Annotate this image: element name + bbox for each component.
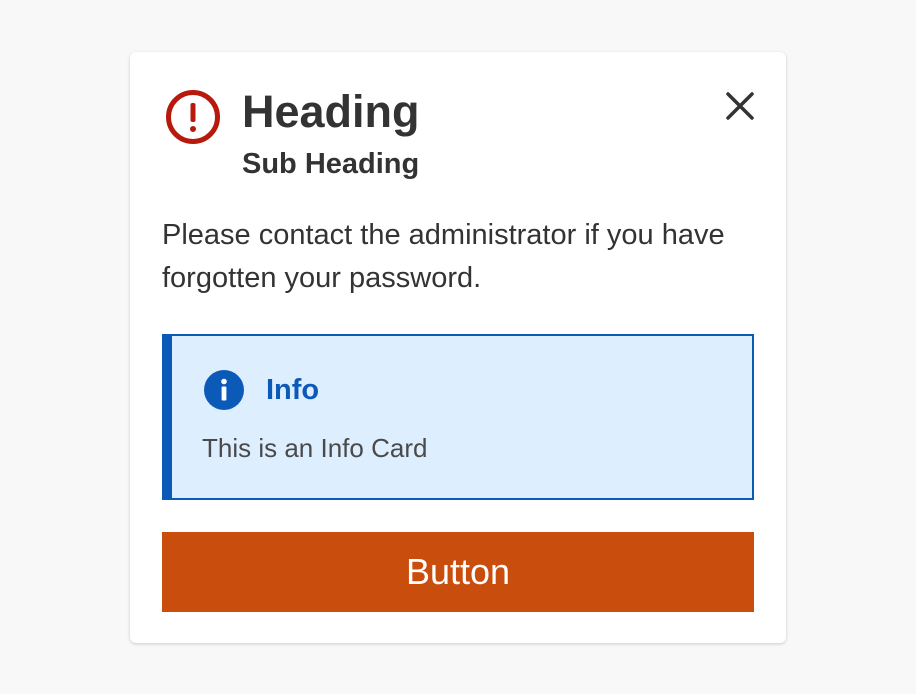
dialog-heading: Heading	[242, 86, 420, 137]
info-card-title: Info	[266, 374, 320, 406]
dialog-subheading: Sub Heading	[242, 148, 420, 180]
primary-button[interactable]: Button	[162, 532, 754, 612]
info-card: Info This is an Info Card	[162, 334, 754, 500]
info-icon	[204, 370, 244, 410]
alert-circle-icon	[166, 90, 220, 144]
alert-dialog: Heading Sub Heading Please contact the a…	[130, 52, 786, 643]
dialog-message: Please contact the administrator if you …	[162, 219, 725, 294]
close-icon	[726, 92, 754, 120]
close-button[interactable]	[720, 86, 760, 126]
info-card-text: This is an Info Card	[202, 433, 428, 463]
